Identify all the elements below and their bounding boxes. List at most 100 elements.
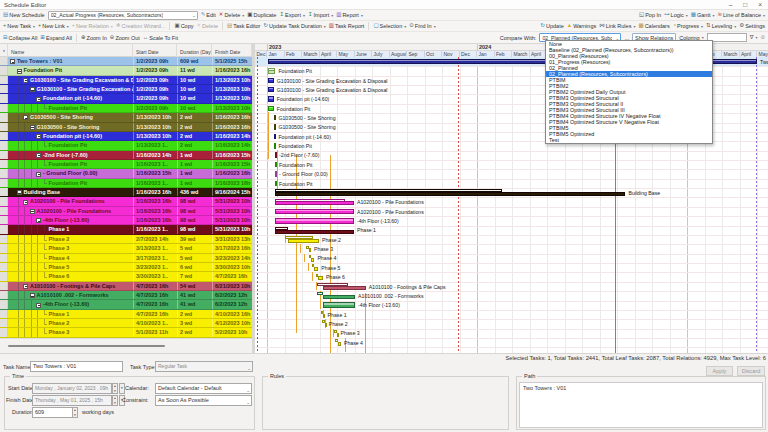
leveling-button[interactable]: ⇅Leveling▾ [706, 23, 736, 29]
table-row-phase-3[interactable]: Phase 33/13/2023 1..5 wd3/17/2023 16h [0, 244, 252, 253]
task-name-input[interactable]: Two Towers : V01 [30, 361, 123, 372]
gantt-bar-phase-6[interactable] [318, 276, 323, 280]
delete-button[interactable]: ✕Delete [196, 23, 218, 29]
calendar-select[interactable]: Default Calendar - Default⌄ [155, 383, 252, 394]
pop-in-button[interactable]: ◱Pop In [639, 12, 661, 18]
collapse-icon[interactable] [30, 125, 35, 130]
task-type-select[interactable]: Regular Task⌄ [155, 361, 253, 372]
gantt-bar-phase-4[interactable] [338, 342, 341, 346]
02-actual-progress-combobox[interactable]: 02_Actual Progress (Resources, Subcontra… [48, 11, 198, 20]
table-row-a1020100-pile-foundations[interactable]: A1020100 - Pile Foundations1/16/2023 16h… [0, 207, 252, 216]
gantt-bar-foundation-pit[interactable] [268, 106, 274, 112]
warnings-button[interactable]: ▲Warnings [567, 23, 596, 29]
collapse-icon[interactable] [23, 200, 28, 205]
find-in-button[interactable]: ⊙Find In▾ [409, 23, 435, 29]
collapse-icon[interactable] [36, 97, 41, 102]
table-row-two-towers-v01[interactable]: Two Towers : V011/2/2023 09h609 wd5/1/20… [0, 57, 252, 66]
settings-button[interactable]: ⚙Settings [739, 23, 765, 29]
duration-spinner[interactable]: ▴▾ [72, 407, 78, 418]
funnel-button[interactable]: ∇▾ [750, 35, 758, 41]
table-row-g1030100-site-grading-excavation-disposal[interactable]: G1030100 - Site Grading Excavation & Dis… [0, 85, 252, 94]
column-header-name[interactable]: Name [8, 44, 133, 57]
column-header-finish-date[interactable]: Finish Date [212, 44, 252, 57]
table-row-phase-5[interactable]: Phase 53/23/2023 1..6 wd3/30/2023 10h [0, 263, 252, 272]
expand-all-button[interactable]: ⊞Expand All [40, 35, 72, 41]
collapse-all-button[interactable]: ⊟Collapse All [3, 35, 37, 41]
gantt-bar-g1030100-site-grading-excavation-disposal[interactable] [268, 78, 274, 84]
apply-button[interactable]: Apply [706, 366, 733, 376]
finish-date-spinner[interactable]: ▴▾ [112, 395, 118, 406]
update-task-duration-button[interactable]: ↻Update Task Duration▾ [263, 23, 325, 29]
dropdown-item-test[interactable]: Test [546, 137, 712, 143]
slash-button[interactable]: ⊘ [760, 35, 765, 41]
creation-wizard-button[interactable]: ✱Creation Wizard... [116, 23, 166, 29]
collapse-icon[interactable] [23, 284, 28, 289]
constraint-select[interactable]: As Soon As Possible⌄ [155, 395, 252, 406]
new-schedule-button[interactable]: ▤New Schedule [3, 12, 45, 18]
table-row-foundation-pit[interactable]: Foundation Pit1/13/2023 1..2 wd1/16/2023… [0, 141, 252, 150]
gantt-bar-a1020100-pile-foundations[interactable] [275, 209, 353, 215]
table-row-foundation-pit-14-60[interactable]: Foundation pit (-14.60)1/2/2023 09h10 wd… [0, 94, 252, 103]
collapse-icon[interactable] [30, 293, 35, 298]
gantt-bar-foundation-pit[interactable] [268, 70, 276, 74]
gantt-button[interactable]: ▦Gantt▾ [691, 12, 715, 18]
table-row-phase-2[interactable]: Phase 22/7/2023 14h39 wd3/31/2023 13h [0, 235, 252, 244]
export-button[interactable]: ↥Export▾ [279, 12, 305, 18]
gantt-bar-ground-floor-0-00[interactable] [275, 171, 277, 177]
gantt-bar-phase-2[interactable] [325, 323, 327, 327]
gantt-bar-g1030500-site-shoring[interactable] [274, 124, 276, 130]
zoom-out-button[interactable]: ⊖Zoom Out [110, 35, 140, 41]
gantt-bar-g1030100-site-grading-excavation-disposal[interactable] [268, 87, 274, 93]
table-row-4th-floor-13-60[interactable]: -4th Floor (-13.60)4/7/2023 16h41 wd6/2/… [0, 300, 252, 309]
gantt-bar-phase-5[interactable] [314, 267, 318, 271]
line-of-balance-button[interactable]: ≋Line of Balance▾ [717, 12, 765, 18]
gantt-bar-a1020100-pile-foundations[interactable] [275, 201, 353, 205]
collapse-icon[interactable] [23, 115, 28, 120]
table-row-4th-floor-13-60[interactable]: -4th Floor (-13.60)1/16/2023 16h98 wd5/3… [0, 216, 252, 225]
logic-button[interactable]: ⊶Logic▾ [664, 12, 688, 18]
gantt-bar-phase-2[interactable] [288, 239, 319, 243]
table-row-phase-2[interactable]: Phase 24/10/2023 1..3 wd4/12/2023 10h [0, 319, 252, 328]
import-button[interactable]: ↧Import▾ [308, 12, 333, 18]
start-date-spinner[interactable]: ▴▾ [112, 383, 118, 394]
collapse-icon[interactable] [23, 78, 28, 83]
table-row-g1030500-site-shoring[interactable]: G1030500 - Site Shoring1/13/2023 10h2 wd… [0, 113, 252, 122]
maximize-button[interactable]: □ [743, 0, 747, 10]
collapse-icon[interactable] [10, 59, 15, 64]
collapse-icon[interactable] [17, 190, 22, 195]
table-row-a1020100-pile-foundations[interactable]: A1020100 - Pile Foundations1/16/2023 16h… [0, 197, 252, 206]
table-row-g1030100-site-grading-excavation-disposal[interactable]: G1030100 - Site Grading Excavation & Dis… [0, 76, 252, 85]
table-row-foundation-pit-14-60[interactable]: Foundation pit (-14.60)1/13/2023 10h2 wd… [0, 132, 252, 141]
selection-button[interactable]: ▢Selection▾ [373, 23, 406, 29]
start-date-field[interactable]: Monday , January 02, 2023 , 09h [32, 383, 112, 394]
gantt-bar-2nd-floor-7-60[interactable] [275, 152, 277, 158]
edit-button[interactable]: ✎Edit [201, 12, 216, 18]
new-task-button[interactable]: +New Task▾ [3, 23, 35, 29]
new-relation-button[interactable]: +New Relation▾ [72, 23, 113, 29]
scale-to-fit-button[interactable]: ↔Scale To Fit [143, 35, 178, 41]
gantt-bar-foundation-pit-14-60[interactable] [274, 134, 276, 140]
collapse-icon[interactable] [30, 87, 35, 92]
collapse-icon[interactable] [36, 172, 41, 177]
table-row-a1010100-002-formworks[interactable]: A1010100 .002 - Formworks4/7/2023 16h41 … [0, 291, 252, 300]
zoom-in-button[interactable]: ⊕Zoom In [81, 35, 107, 41]
table-row-building-base[interactable]: Building Base1/16/2023 16h436 wd9/16/202… [0, 188, 252, 197]
close-button[interactable]: × [758, 0, 762, 10]
task-editor-button[interactable]: ▤Task Editor [227, 23, 260, 29]
collapse-icon[interactable] [17, 69, 22, 74]
duplicate-button[interactable]: ▣Duplicate [247, 12, 276, 18]
column-header-duration-days[interactable]: Duration (Days) [177, 44, 212, 57]
gantt-bar-phase-1[interactable] [323, 314, 325, 318]
table-row-a1010100-footings-pile-caps[interactable]: A1010100 - Footings & Pile Caps4/7/2023 … [0, 282, 252, 291]
table-row-g1030500-site-shoring[interactable]: G1030500 - Site Shoring1/13/2023 10h2 wd… [0, 123, 252, 132]
minimize-button[interactable]: – [729, 0, 733, 10]
collapse-icon[interactable] [30, 209, 35, 214]
calendars-button[interactable]: ▦Calendars [638, 23, 669, 29]
table-row-2nd-floor-7-60[interactable]: -2nd Floor (-7.60)1/16/2023 14h1 wd1/16/… [0, 151, 252, 160]
task-report-button[interactable]: ▥Task Report [329, 23, 365, 29]
report-button[interactable]: ▥Report▾ [336, 12, 363, 18]
gantt-bar-phase-3[interactable] [309, 248, 311, 252]
gantt-bar-phase-3[interactable] [337, 333, 339, 337]
table-row-foundation-pit[interactable]: Foundation Pit1/16/2023 1..1 wd1/16/2023… [0, 179, 252, 188]
collapse-icon[interactable] [36, 218, 41, 223]
